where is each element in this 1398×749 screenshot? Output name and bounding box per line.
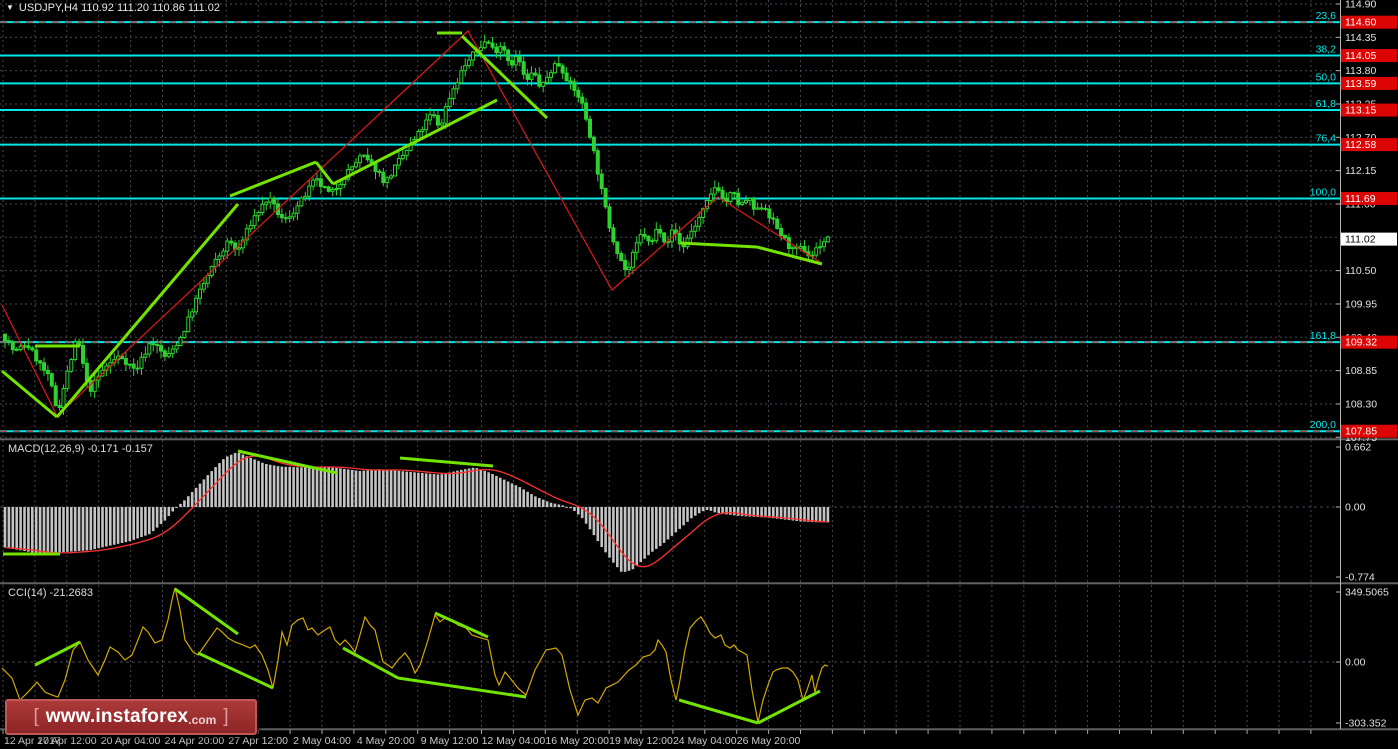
- time-axis-label: 26 May 20:00: [737, 735, 801, 747]
- fib-price-label: 107.85: [1345, 426, 1377, 438]
- watermark-text: www.instaforex: [46, 706, 189, 728]
- fib-level-label: 23,6: [1316, 10, 1337, 22]
- current-price-label: 111.02: [1345, 234, 1376, 246]
- time-axis-label: 2 May 04:00: [293, 735, 351, 747]
- time-axis-label: 24 May 04:00: [673, 735, 737, 747]
- instaforex-watermark-link[interactable]: [ www.instaforex .com ]: [5, 699, 257, 735]
- fib-level-label: 100,0: [1310, 187, 1336, 199]
- mt4-chart-window: 114.90114.35113.80113.25112.70112.15111.…: [0, 0, 1398, 749]
- chart-header: ▼ USDJPY,H4 110.92 111.20 110.86 111.02: [6, 2, 220, 14]
- fib-price-label: 109.32: [1345, 337, 1377, 349]
- ohlc-values: 110.92 111.20 110.86 111.02: [81, 2, 220, 14]
- indicator-axis-label: -0.774: [1345, 572, 1375, 584]
- price-tick-label: 110.50: [1345, 265, 1376, 277]
- time-axis-label: 27 Apr 12:00: [228, 735, 288, 747]
- indicator-axis-label: 0.662: [1345, 442, 1371, 454]
- fib-price-label: 113.59: [1345, 78, 1376, 90]
- watermark-bracket-open: [: [26, 706, 45, 728]
- fib-level-label: 200,0: [1310, 419, 1336, 431]
- time-axis-label: 17 Apr 12:00: [37, 735, 97, 747]
- fib-level-label: 61,8: [1316, 98, 1337, 110]
- time-axis-label: 19 May 12:00: [609, 735, 673, 747]
- fib-price-label: 111.69: [1345, 193, 1376, 205]
- chart-canvas: 114.90114.35113.80113.25112.70112.15111.…: [0, 0, 1398, 749]
- cci-indicator-label: CCI(14) -21.2683: [8, 587, 93, 599]
- fib-price-label: 113.15: [1345, 105, 1376, 117]
- macd-indicator-label: MACD(12,26,9) -0.171 -0.157: [8, 443, 153, 455]
- indicator-axis-label: -303.352: [1345, 718, 1387, 730]
- indicator-axis-label: 0.00: [1345, 657, 1366, 669]
- price-tick-label: 108.30: [1345, 398, 1377, 410]
- fib-price-label: 114.05: [1345, 50, 1376, 62]
- price-tick-label: 114.35: [1345, 32, 1376, 44]
- watermark-tld: .com: [188, 713, 216, 727]
- price-tick-label: 109.95: [1345, 298, 1377, 310]
- price-tick-label: 113.80: [1345, 65, 1376, 77]
- time-axis-label: 16 May 20:00: [545, 735, 609, 747]
- fib-level-label: 50,0: [1316, 71, 1337, 83]
- fib-level-label: 38,2: [1316, 44, 1337, 56]
- symbol-period-label: USDJPY,H4: [19, 2, 78, 14]
- time-axis-label: 12 May 04:00: [482, 735, 546, 747]
- indicator-axis-label: 349.5065: [1345, 587, 1389, 599]
- price-tick-label: 114.90: [1345, 0, 1376, 11]
- symbol-dropdown-icon[interactable]: ▼: [6, 3, 14, 12]
- indicator-axis-label: 0.00: [1345, 502, 1366, 514]
- time-axis-label: 9 May 12:00: [421, 735, 479, 747]
- fib-level-label: 76,4: [1316, 133, 1337, 145]
- fib-price-label: 112.58: [1345, 139, 1376, 151]
- time-axis-label: 20 Apr 04:00: [101, 735, 161, 747]
- watermark-bracket-close: ]: [216, 706, 235, 728]
- fib-level-label: 161,8: [1310, 330, 1336, 342]
- price-tick-label: 112.15: [1345, 165, 1376, 177]
- price-tick-label: 108.85: [1345, 365, 1377, 377]
- time-axis-label: 24 Apr 20:00: [165, 735, 225, 747]
- fib-price-label: 114.60: [1345, 17, 1376, 29]
- time-axis-label: 4 May 20:00: [357, 735, 415, 747]
